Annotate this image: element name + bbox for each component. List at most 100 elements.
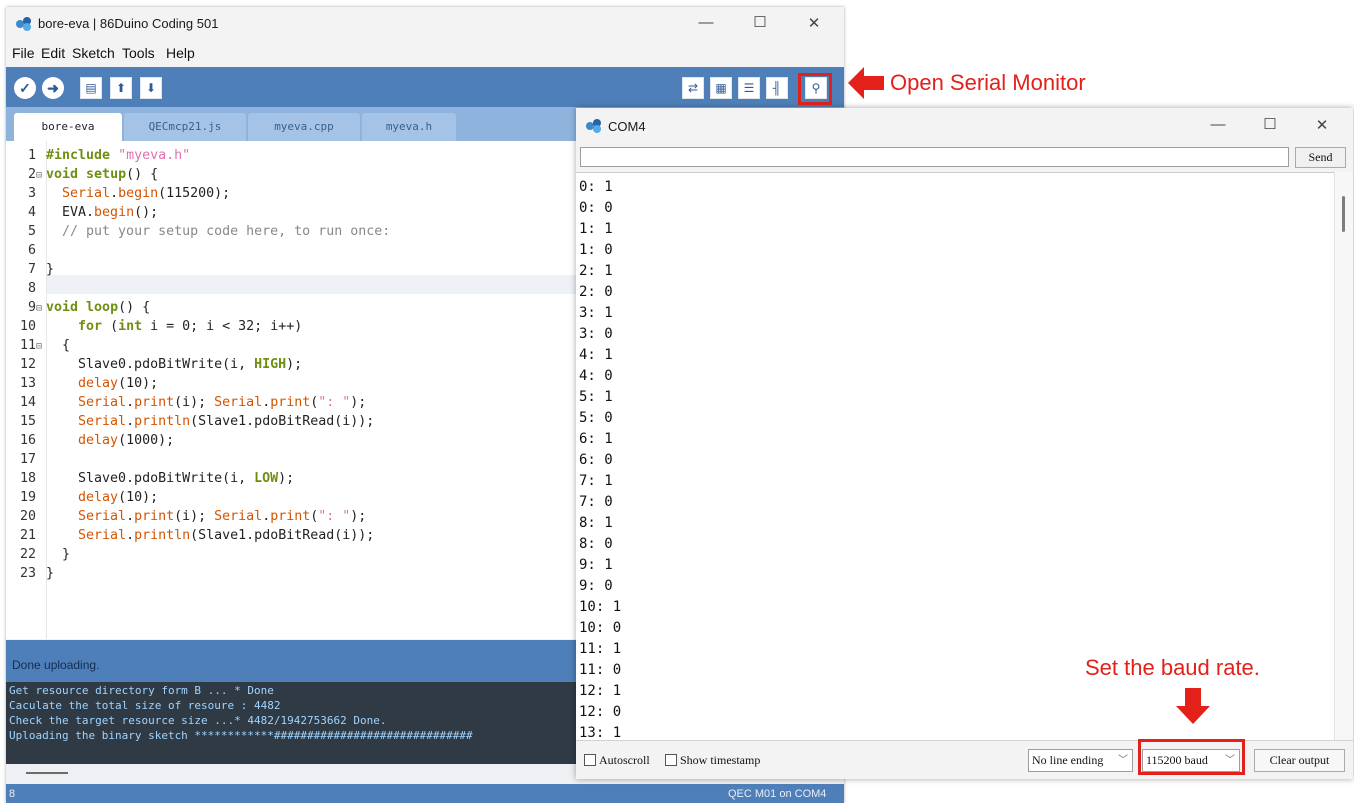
minimize-button[interactable]: —	[1204, 116, 1232, 133]
autoscroll-checkbox[interactable]	[584, 754, 596, 766]
maximize-button[interactable]: ☐	[746, 13, 774, 31]
code-text: void setup() {	[46, 167, 159, 182]
output-line: 3: 0	[579, 326, 613, 342]
code-text: delay(1000);	[78, 433, 175, 448]
output-line: 5: 0	[579, 410, 613, 426]
minimize-button[interactable]: —	[692, 14, 720, 31]
ide-footer: 8 QEC M01 on COM4	[6, 784, 844, 803]
output-line: 10: 1	[579, 599, 622, 615]
line-ending-select[interactable]: No line ending ﹀	[1028, 749, 1133, 772]
send-button[interactable]: Send	[1295, 147, 1346, 168]
tab-qecmcp21[interactable]: QECmcp21.js	[124, 113, 246, 141]
open-icon[interactable]: ⬆	[110, 77, 132, 99]
code-text: for (int i = 0; i < 32; i++)	[78, 319, 303, 334]
code-line: 18 Slave0.pdoBitWrite(i, LOW);	[6, 469, 294, 488]
code-line: 4 EVA.begin();	[6, 203, 158, 222]
line-number: 22	[19, 547, 36, 562]
output-line: 6: 0	[579, 452, 613, 468]
line-number: 14	[19, 395, 36, 410]
tab-bore-eva[interactable]: bore-eva	[14, 113, 122, 141]
menu-file[interactable]: File	[12, 45, 35, 61]
output-line: 2: 1	[579, 263, 613, 279]
arrow-left-icon	[848, 67, 884, 99]
timestamp-checkbox[interactable]	[665, 754, 677, 766]
tab-myeva-h[interactable]: myeva.h	[362, 113, 456, 141]
upload-icon[interactable]: ➜	[42, 77, 64, 99]
line-number: 11	[19, 338, 36, 353]
vertical-scrollbar[interactable]	[1334, 172, 1353, 740]
tool-icon[interactable]: ▦	[710, 77, 732, 99]
line-number: 15	[19, 414, 36, 429]
output-line: 8: 0	[579, 536, 613, 552]
menu-sketch[interactable]: Sketch	[72, 45, 115, 61]
save-icon[interactable]: ⬇	[140, 77, 162, 99]
code-line: 6	[6, 241, 46, 260]
code-line: 19 delay(10);	[6, 488, 158, 507]
code-text: }	[46, 262, 55, 277]
code-text: }	[46, 547, 71, 562]
output-line: 9: 1	[579, 557, 613, 573]
code-line: 20 Serial.print(i); Serial.print(": ");	[6, 507, 366, 526]
code-text: Slave0.pdoBitWrite(i, LOW);	[46, 471, 295, 486]
line-number: 23	[19, 566, 36, 581]
autoscroll-label: Autoscroll	[599, 753, 650, 767]
footer-line-number: 8	[9, 788, 16, 800]
line-number: 1	[27, 148, 36, 163]
line-number: 12	[19, 357, 36, 372]
code-line: 23}	[6, 564, 54, 583]
fold-icon[interactable]: ⊟	[36, 166, 46, 185]
tab-myeva-cpp[interactable]: myeva.cpp	[248, 113, 360, 141]
line-number: 6	[27, 243, 36, 258]
menu-help[interactable]: Help	[166, 45, 195, 61]
line-number: 2	[27, 167, 36, 182]
new-icon[interactable]: ▤	[80, 77, 102, 99]
open-serial-annotation: Open Serial Monitor	[890, 70, 1086, 95]
close-button[interactable]: ✕	[1308, 116, 1336, 134]
fold-icon[interactable]: ⊟	[36, 337, 46, 356]
chevron-down-icon: ﹀	[1118, 755, 1128, 766]
menu-edit[interactable]: Edit	[41, 45, 65, 61]
code-text: Serial.print(i); Serial.print(": ");	[78, 395, 367, 410]
line-number: 19	[19, 490, 36, 505]
arrow-down-icon	[1176, 688, 1210, 724]
toolbar: ✓ ➜ ▤ ⬆ ⬇ ⇄ ▦ ☰ ╢ ⚲	[6, 67, 844, 107]
maximize-button[interactable]: ☐	[1256, 115, 1284, 133]
app-icon	[586, 119, 602, 133]
clear-output-button[interactable]: Clear output	[1254, 749, 1345, 772]
console-line: Caculate the total size of resoure : 448…	[9, 699, 281, 712]
code-line: 16 delay(1000);	[6, 431, 174, 450]
code-line: 8	[6, 279, 46, 298]
code-line: 1 #include "myeva.h"	[6, 146, 190, 165]
code-text: // put your setup code here, to run once…	[62, 224, 391, 239]
close-button[interactable]: ✕	[800, 14, 828, 32]
code-line: 17	[6, 450, 46, 469]
port-icon[interactable]: ╢	[766, 77, 788, 99]
app-icon	[16, 17, 32, 31]
menu-tools[interactable]: Tools	[122, 45, 155, 61]
list-icon[interactable]: ☰	[738, 77, 760, 99]
output-line: 6: 1	[579, 431, 613, 447]
output-line: 1: 0	[579, 242, 613, 258]
output-line: 0: 1	[579, 179, 613, 195]
ide-window-title: bore-eva | 86Duino Coding 501	[38, 16, 219, 31]
ide-title-bar: bore-eva | 86Duino Coding 501 — ☐ ✕	[6, 7, 844, 41]
status-message: Done uploading.	[12, 658, 100, 672]
code-text: delay(10);	[78, 376, 159, 391]
line-ending-value: No line ending	[1032, 753, 1104, 767]
code-text: Slave0.pdoBitWrite(i, HIGH);	[46, 357, 303, 372]
code-text: #include "myeva.h"	[46, 148, 191, 163]
code-text: }	[46, 566, 55, 581]
line-number: 13	[19, 376, 36, 391]
verify-icon[interactable]: ✓	[14, 77, 36, 99]
output-line: 13: 1	[579, 725, 622, 741]
serial-input[interactable]	[580, 147, 1289, 167]
console-line: Get resource directory form B ... * Done	[9, 684, 274, 697]
output-line: 11: 1	[579, 641, 622, 657]
serial-plotter-icon[interactable]: ⇄	[682, 77, 704, 99]
fold-icon[interactable]: ⊟	[36, 299, 46, 318]
code-line: 3 Serial.begin(115200);	[6, 184, 230, 203]
line-number: 5	[27, 224, 36, 239]
code-text: Serial.print(i); Serial.print(": ");	[78, 509, 367, 524]
code-text: delay(10);	[78, 490, 159, 505]
code-text: Serial.println(Slave1.pdoBitRead(i));	[78, 528, 375, 543]
